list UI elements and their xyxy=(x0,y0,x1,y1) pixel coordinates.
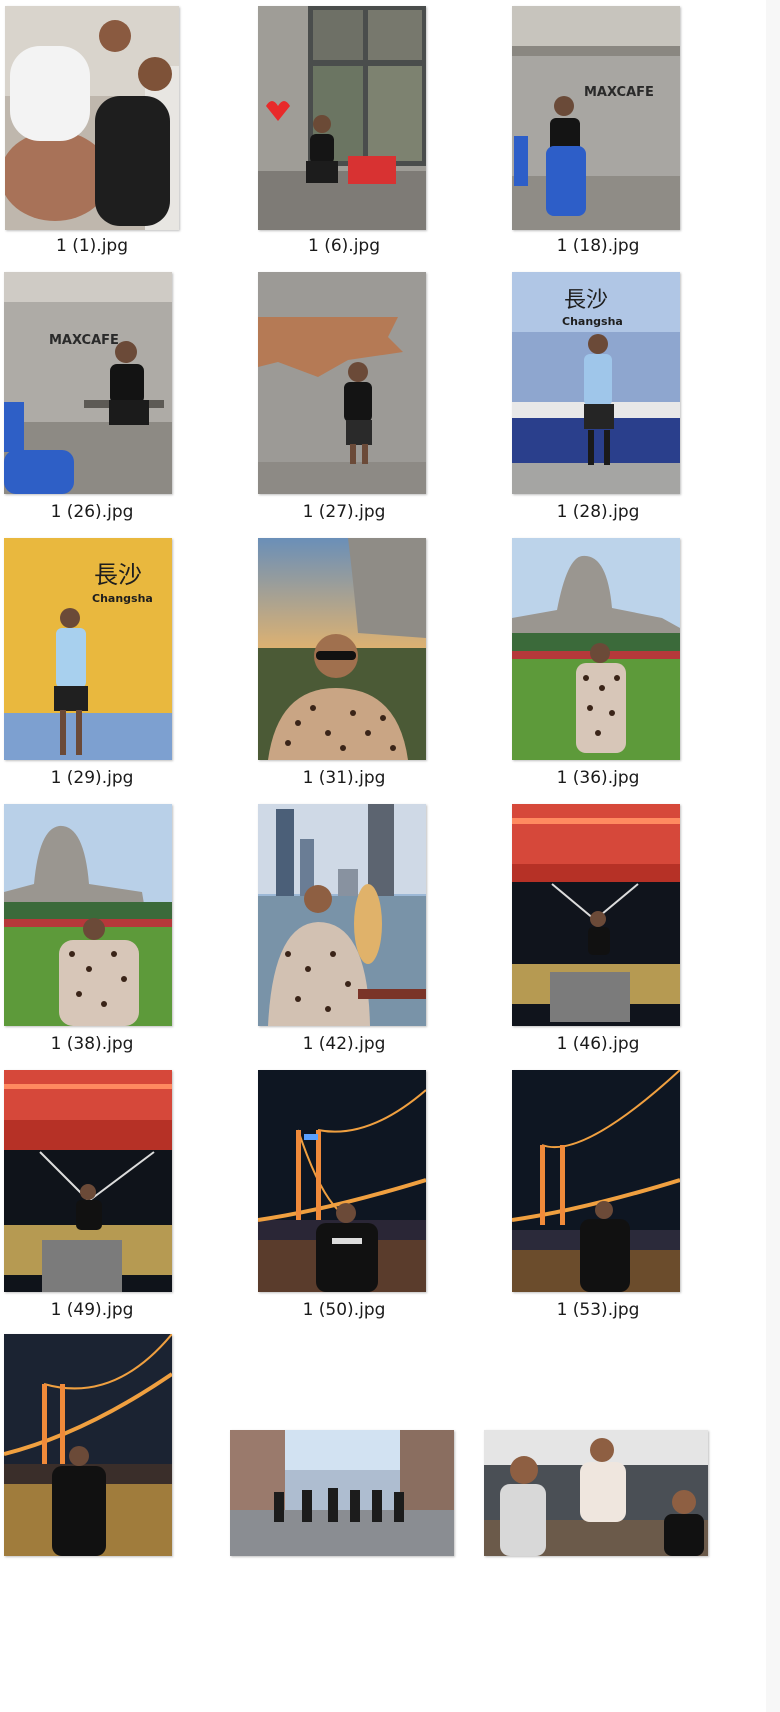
svg-text:Changsha: Changsha xyxy=(562,315,623,328)
thumbnail-image[interactable] xyxy=(4,1334,172,1556)
svg-text:MAXCAFE: MAXCAFE xyxy=(584,85,654,100)
thumbnail-image[interactable] xyxy=(258,1070,426,1292)
file-name[interactable]: 1 (36).jpg xyxy=(498,768,698,788)
thumbnail-image[interactable] xyxy=(5,6,179,230)
file-name[interactable]: 1 (6).jpg xyxy=(244,236,444,256)
thumbnail-image[interactable]: 長沙 Changsha xyxy=(4,538,172,760)
thumbnail-image[interactable] xyxy=(484,1430,708,1556)
file-name[interactable]: 1 (50).jpg xyxy=(244,1300,444,1320)
file-name[interactable]: 1 (29).jpg xyxy=(0,768,192,788)
thumbnail-image[interactable] xyxy=(512,538,680,760)
scrollbar[interactable] xyxy=(766,0,780,1712)
thumbnail-image[interactable] xyxy=(258,6,426,230)
svg-text:長沙: 長沙 xyxy=(564,288,608,313)
thumbnail-image[interactable] xyxy=(4,1070,172,1292)
svg-text:Changsha: Changsha xyxy=(92,592,153,605)
file-name[interactable]: 1 (49).jpg xyxy=(0,1300,192,1320)
thumbnail-image[interactable]: MAXCAFE xyxy=(4,272,172,494)
thumbnail-image[interactable] xyxy=(512,1070,680,1292)
thumbnail-image[interactable] xyxy=(512,804,680,1026)
file-name[interactable]: 1 (42).jpg xyxy=(244,1034,444,1054)
file-name[interactable]: 1 (31).jpg xyxy=(244,768,444,788)
file-name[interactable]: 1 (26).jpg xyxy=(0,502,192,522)
file-name[interactable]: 1 (27).jpg xyxy=(244,502,444,522)
file-name[interactable]: 1 (28).jpg xyxy=(498,502,698,522)
svg-text:長沙: 長沙 xyxy=(94,561,142,589)
file-name[interactable]: 1 (46).jpg xyxy=(498,1034,698,1054)
file-name[interactable]: 1 (1).jpg xyxy=(0,236,192,256)
thumbnail-image[interactable]: MAXCAFE xyxy=(512,6,680,230)
thumbnail-image[interactable] xyxy=(258,272,426,494)
thumbnail-image[interactable] xyxy=(230,1430,454,1556)
thumbnail-image[interactable] xyxy=(258,804,426,1026)
svg-text:MAXCAFE: MAXCAFE xyxy=(49,333,119,348)
thumbnail-grid: 1 (1).jpg 1 (6).jpg MAXCAFE 1 (18).jpg M… xyxy=(0,0,780,1712)
thumbnail-image[interactable] xyxy=(258,538,426,760)
file-name[interactable]: 1 (38).jpg xyxy=(0,1034,192,1054)
thumbnail-image[interactable]: 長沙 Changsha xyxy=(512,272,680,494)
file-name[interactable]: 1 (53).jpg xyxy=(498,1300,698,1320)
thumbnail-image[interactable] xyxy=(4,804,172,1026)
file-name[interactable]: 1 (18).jpg xyxy=(498,236,698,256)
